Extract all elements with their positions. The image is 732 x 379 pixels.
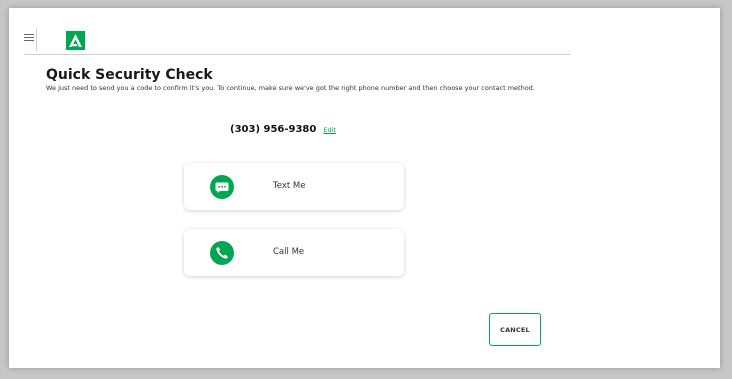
call-me-option[interactable]: Call Me xyxy=(184,229,404,276)
call-me-label: Call Me xyxy=(273,247,305,257)
text-me-option[interactable]: Text Me xyxy=(184,163,404,210)
text-me-label: Text Me xyxy=(273,181,306,191)
brand-logo[interactable] xyxy=(66,31,85,50)
edit-phone-link[interactable]: Edit xyxy=(323,126,336,134)
phone-row: (303) 956-9380 Edit xyxy=(230,124,336,136)
header-divider xyxy=(36,28,37,51)
phone-icon xyxy=(210,241,234,265)
top-bar xyxy=(24,26,570,55)
chat-bubble-icon xyxy=(210,175,234,199)
hamburger-icon[interactable] xyxy=(24,34,34,44)
cancel-button[interactable]: CANCEL xyxy=(489,313,541,346)
phone-number: (303) 956-9380 xyxy=(230,124,317,135)
page-description: We just need to send you a code to confi… xyxy=(46,84,535,92)
page-title: Quick Security Check xyxy=(46,67,213,83)
